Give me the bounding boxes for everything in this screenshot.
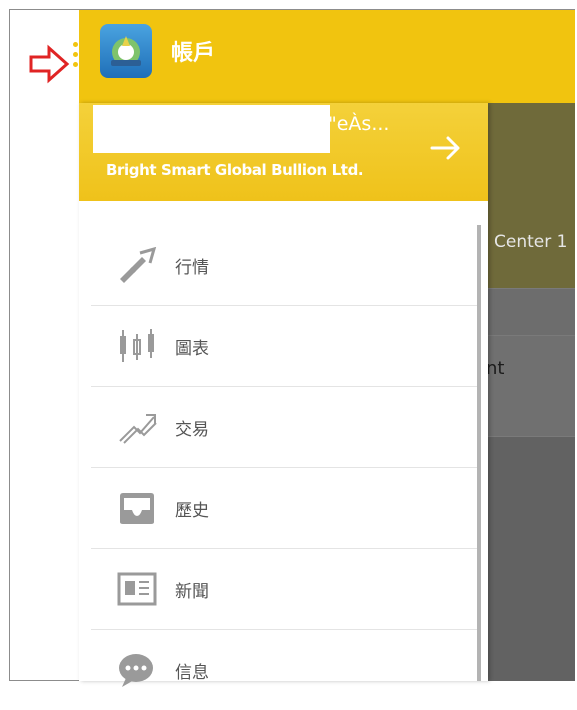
- candlestick-chart-icon: [120, 329, 154, 362]
- callout-arrow-icon: [29, 44, 70, 84]
- menu-item-history[interactable]: 歷史: [91, 468, 477, 549]
- menu-item-label: 歷史: [175, 501, 209, 521]
- drawer-menu: 行情 圖表 交易 歷史 新聞 信息: [91, 225, 477, 710]
- menu-handle-icon[interactable]: [72, 42, 80, 78]
- menu-item-label: 交易: [175, 420, 209, 440]
- news-icon: [117, 572, 157, 606]
- broker-name: Bright Smart Global Bullion Ltd.: [106, 161, 364, 179]
- history-inbox-icon: [120, 493, 154, 524]
- account-header[interactable]: "eÀs... Bright Smart Global Bullion Ltd.: [79, 103, 488, 201]
- menu-item-news[interactable]: 新聞: [91, 549, 477, 630]
- redacted-account-name: [93, 105, 330, 153]
- menu-item-messages[interactable]: 信息: [91, 630, 477, 710]
- app-bar: 帳戶: [79, 10, 575, 103]
- account-name-suffix: "eÀs...: [328, 113, 390, 135]
- page-title: 帳戶: [171, 41, 216, 66]
- menu-item-quotes[interactable]: 行情: [91, 225, 477, 306]
- menu-item-label: 新聞: [175, 582, 209, 602]
- menu-item-label: 行情: [175, 258, 209, 278]
- menu-item-trade[interactable]: 交易: [91, 387, 477, 468]
- background-row: [488, 288, 575, 336]
- trade-icon: [119, 414, 157, 444]
- quotes-icon: [120, 247, 157, 283]
- menu-item-chart[interactable]: 圖表: [91, 306, 477, 387]
- background-text: Center 1: [494, 232, 568, 252]
- background-header: [488, 103, 575, 288]
- drawer-scrollbar[interactable]: [477, 225, 481, 681]
- background-row: [488, 335, 575, 437]
- background-content: [488, 103, 575, 681]
- metatrader-logo-icon[interactable]: [100, 24, 152, 78]
- background-text: nt: [486, 358, 505, 379]
- arrow-right-icon[interactable]: [429, 133, 463, 163]
- menu-item-label: 信息: [175, 663, 209, 683]
- menu-item-label: 圖表: [175, 339, 209, 359]
